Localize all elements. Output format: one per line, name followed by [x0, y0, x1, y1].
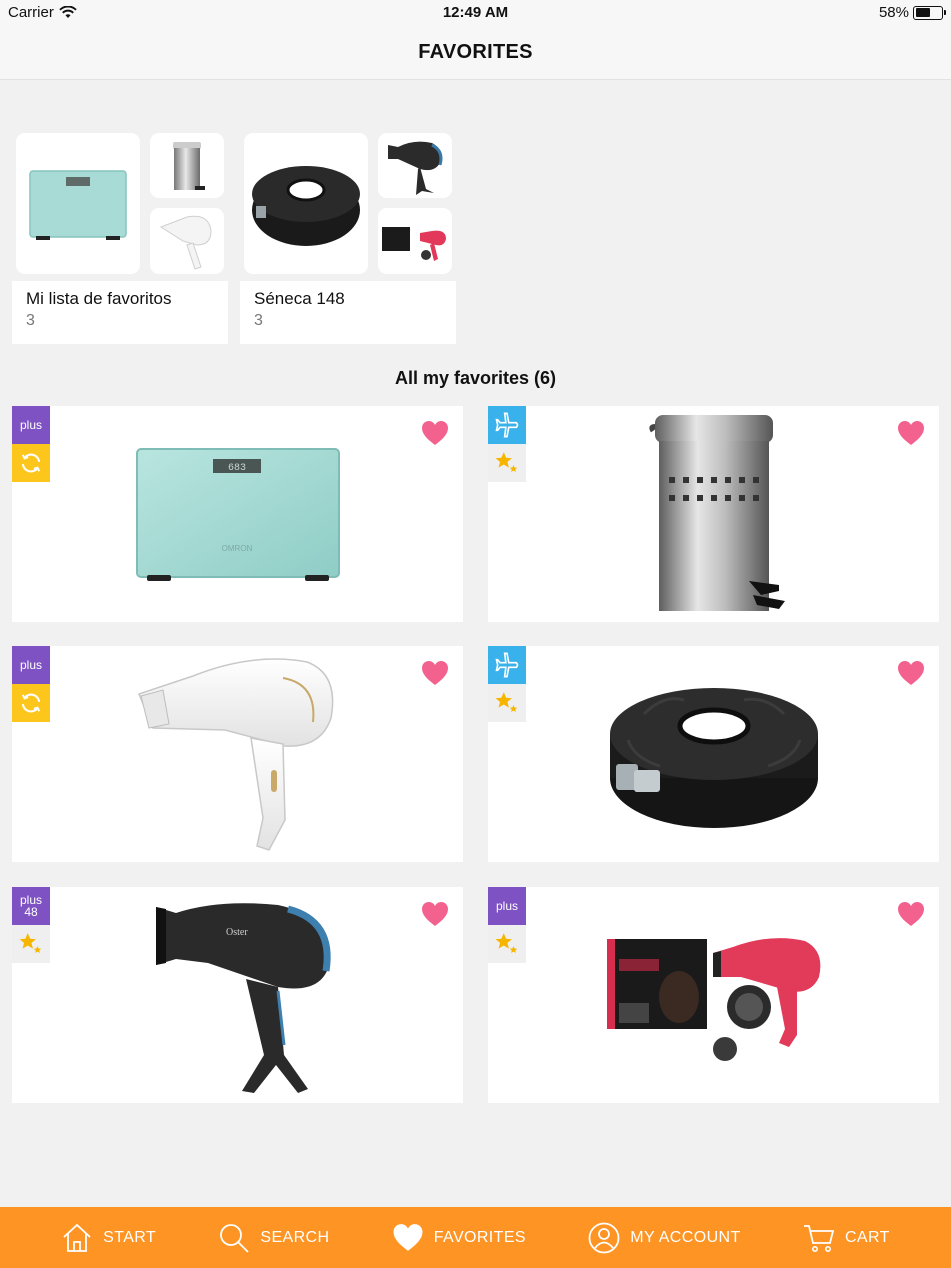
list-thumbnails [12, 133, 228, 280]
heart-icon[interactable] [897, 420, 925, 446]
bundt-cake-pan-image [598, 650, 830, 858]
battery-icon [913, 5, 946, 20]
heart-icon[interactable] [897, 660, 925, 686]
list-name: Mi lista de favoritos [26, 289, 172, 308]
tab-label: CART [844, 1228, 890, 1246]
tab-search[interactable]: SEARCH [218, 1222, 329, 1254]
svg-text:Oster: Oster [226, 927, 248, 938]
product-card[interactable] [488, 646, 939, 862]
list-thumb-scale [16, 133, 140, 274]
list-thumbnails [240, 133, 456, 280]
favorite-list-card[interactable]: Mi lista de favoritos 3 [12, 133, 228, 344]
pedal-bin-image [598, 410, 830, 618]
page-title: FAVORITES [418, 41, 533, 63]
tab-favorites[interactable]: FAVORITES [392, 1223, 526, 1252]
tab-label: MY ACCOUNT [630, 1228, 741, 1246]
black-hair-dryer-image: Oster [122, 891, 354, 1099]
pedal-bin-image [173, 141, 205, 190]
product-card[interactable]: plus 48 Oster [12, 887, 463, 1103]
list-count: 3 [26, 312, 35, 329]
user-icon [588, 1222, 620, 1253]
list-thumb-white-dryer [150, 208, 224, 274]
cart-icon [803, 1224, 835, 1252]
list-thumb-black-dryer [378, 133, 452, 198]
battery-percent: 58% [878, 4, 909, 21]
star-icon [12, 925, 50, 963]
plus-48-badge: plus 48 [12, 887, 50, 925]
list-info: Séneca 148 3 [240, 281, 456, 344]
clock: 12:49 AM [442, 4, 509, 21]
svg-text:OMRON: OMRON [222, 544, 253, 553]
status-bar: Carrier 12:49 AM 58% [0, 0, 951, 26]
tab-label: SEARCH [260, 1228, 330, 1246]
heart-icon[interactable] [421, 660, 449, 686]
badge-line-48: 48 [24, 905, 38, 919]
star-icon [488, 925, 526, 963]
plus-badge: plus [488, 887, 526, 925]
tab-my-account[interactable]: MY ACCOUNT [588, 1222, 740, 1254]
search-icon [220, 1223, 250, 1253]
battery-level [915, 8, 930, 17]
svg-text:683: 683 [228, 463, 246, 474]
plus-badge: plus [12, 646, 50, 684]
star-icon [488, 684, 526, 722]
product-card[interactable]: plus [12, 646, 463, 862]
list-count: 3 [254, 312, 263, 329]
pink-hair-dryer-set-image [600, 891, 830, 1099]
tab-start[interactable]: START [61, 1223, 156, 1253]
battery-info: 58% [878, 4, 946, 21]
heart-icon[interactable] [421, 901, 449, 927]
white-hair-dryer-image [122, 650, 354, 858]
black-hair-dryer-image [388, 141, 443, 195]
product-card[interactable]: plus 683 OMRON [12, 406, 463, 622]
list-info: Mi lista de favoritos 3 [12, 281, 228, 344]
tab-cart[interactable]: CART [803, 1223, 890, 1253]
plane-icon [488, 406, 526, 444]
product-card[interactable] [488, 406, 939, 622]
heart-icon[interactable] [421, 420, 449, 446]
tab-label: FAVORITES [433, 1228, 526, 1246]
heart-icon [393, 1224, 423, 1251]
pink-hair-dryer-image [382, 227, 446, 261]
navigation-bar: FAVORITES [0, 26, 951, 80]
plane-icon [488, 646, 526, 684]
star-icon [488, 444, 526, 482]
home-icon [63, 1223, 91, 1252]
bathroom-scale-image [29, 169, 127, 240]
bathroom-scale-image: 683 OMRON [122, 410, 354, 618]
plus-badge: plus [12, 406, 50, 444]
list-thumb-bin [150, 133, 224, 198]
section-title: All my favorites (6) [394, 368, 557, 388]
bundt-cake-pan-image [252, 165, 360, 246]
product-card[interactable]: plus [488, 887, 939, 1103]
cycle-icon [12, 444, 50, 482]
list-thumb-pan [244, 133, 368, 274]
list-name: Séneca 148 [254, 289, 345, 308]
favorite-list-card[interactable]: Séneca 148 3 [240, 133, 456, 344]
cycle-icon [12, 684, 50, 722]
list-thumb-pink-dryer [378, 208, 452, 274]
tab-bar: START SEARCH FAVORITES MY ACCOUNT CART [0, 1207, 951, 1268]
white-hair-dryer-image [159, 215, 212, 270]
heart-icon[interactable] [897, 901, 925, 927]
tab-label: START [103, 1228, 157, 1246]
